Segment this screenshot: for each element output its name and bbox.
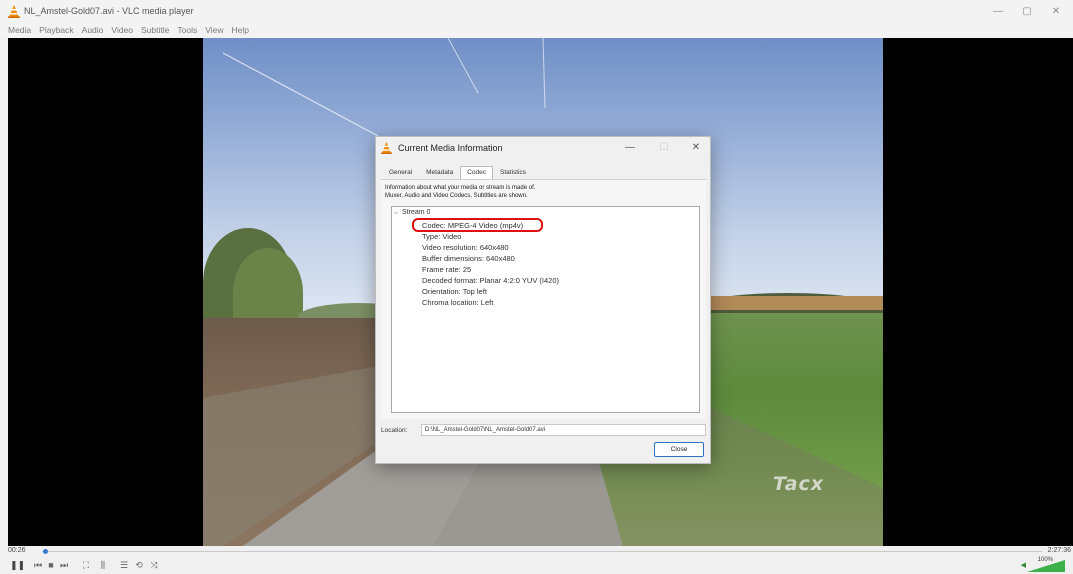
maximize-button[interactable]: ▢ <box>1017 4 1037 20</box>
tacx-watermark: Tacx <box>773 473 825 495</box>
playlist-icon[interactable]: ☰ <box>118 559 130 571</box>
stream-label: Stream 0 <box>402 209 431 216</box>
dialog-maximize-button: ☐ <box>659 142 669 153</box>
menu-view[interactable]: View <box>201 24 227 38</box>
window-title: NL_Amstel-Gold07.avi - VLC media player <box>24 6 194 16</box>
close-button[interactable]: Close <box>654 442 704 457</box>
tab-bar: General Metadata Codec Statistics <box>382 166 533 180</box>
info-line-1: Information about what your media or str… <box>385 185 536 191</box>
menu-tools[interactable]: Tools <box>173 24 201 38</box>
tab-metadata[interactable]: Metadata <box>419 166 460 180</box>
menu-playback[interactable]: Playback <box>35 24 78 38</box>
dialog-title: Current Media Information <box>398 143 503 153</box>
tree-item-framerate[interactable]: Frame rate: 25 <box>422 265 471 274</box>
extended-settings-icon[interactable]: ⫼ <box>97 559 109 571</box>
tree-item-type[interactable]: Type: Video <box>422 232 461 241</box>
location-field[interactable]: D:\NL_Amstel-Gold07\NL_Amstel-Gold07.avi <box>421 424 706 436</box>
seek-handle[interactable] <box>43 549 48 554</box>
info-text: Information about what your media or str… <box>385 184 535 200</box>
title-bar: NL_Amstel-Gold07.avi - VLC media player … <box>0 0 1073 24</box>
stream-node[interactable]: ⌵ Stream 0 <box>394 209 430 217</box>
menu-audio[interactable]: Audio <box>78 24 108 38</box>
dialog-close-x-button[interactable]: ✕ <box>688 141 704 155</box>
minimize-button[interactable]: — <box>988 4 1008 20</box>
vlc-cone-icon <box>381 142 392 154</box>
menu-bar: Media Playback Audio Video Subtitle Tool… <box>0 24 1073 38</box>
seekbar-row: 00:26 2:27:36 <box>0 546 1073 557</box>
previous-icon[interactable]: ⏮ <box>32 559 44 571</box>
tree-item-decoded-format[interactable]: Decoded format: Planar 4:2:0 YUV (I420) <box>422 276 559 285</box>
close-window-button[interactable]: ✕ <box>1046 4 1066 20</box>
controls-row: ❚❚ ⏮ ■ ⏭ ⛶ ⫼ ☰ ⟲ ⤨ ◀ 100% <box>0 557 1073 574</box>
tree-item-buffer[interactable]: Buffer dimensions: 640x480 <box>422 254 515 263</box>
location-label: Location: <box>381 427 408 434</box>
fullscreen-icon[interactable]: ⛶ <box>80 559 92 571</box>
tab-general[interactable]: General <box>382 166 419 180</box>
red-highlight-annotation <box>412 218 543 232</box>
tree-item-resolution[interactable]: Video resolution: 640x480 <box>422 243 509 252</box>
chevron-down-icon[interactable]: ⌵ <box>394 210 402 217</box>
stop-icon[interactable]: ■ <box>45 559 57 571</box>
volume-slider[interactable] <box>1027 560 1065 572</box>
menu-help[interactable]: Help <box>227 24 252 38</box>
time-elapsed[interactable]: 00:26 <box>8 547 26 554</box>
tab-codec[interactable]: Codec <box>460 166 494 180</box>
loop-icon[interactable]: ⟲ <box>133 559 145 571</box>
dialog-minimize-button[interactable]: — <box>622 141 638 155</box>
menu-video[interactable]: Video <box>107 24 137 38</box>
next-icon[interactable]: ⏭ <box>58 559 70 571</box>
vlc-cone-icon <box>8 5 20 18</box>
info-line-2: Muxer, Audio and Video Codecs, Subtitles… <box>385 193 528 199</box>
menu-media[interactable]: Media <box>0 24 35 38</box>
codec-panel: Information about what your media or str… <box>381 179 706 419</box>
pause-icon[interactable]: ❚❚ <box>10 559 25 571</box>
codec-tree[interactable]: ⌵ Stream 0 Codec: MPEG-4 Video (mp4v) Typ… <box>391 206 700 413</box>
tree-item-orientation[interactable]: Orientation: Top left <box>422 287 487 296</box>
menu-subtitle[interactable]: Subtitle <box>137 24 173 38</box>
tab-statistics[interactable]: Statistics <box>493 166 533 180</box>
shuffle-icon[interactable]: ⤨ <box>148 559 160 571</box>
seek-slider[interactable] <box>42 551 1042 552</box>
tree-item-chroma[interactable]: Chroma location: Left <box>422 298 493 307</box>
time-total[interactable]: 2:27:36 <box>1048 547 1071 554</box>
media-info-dialog: Current Media Information — ☐ ✕ General … <box>375 136 711 464</box>
speaker-icon[interactable]: ◀ <box>1021 561 1026 569</box>
